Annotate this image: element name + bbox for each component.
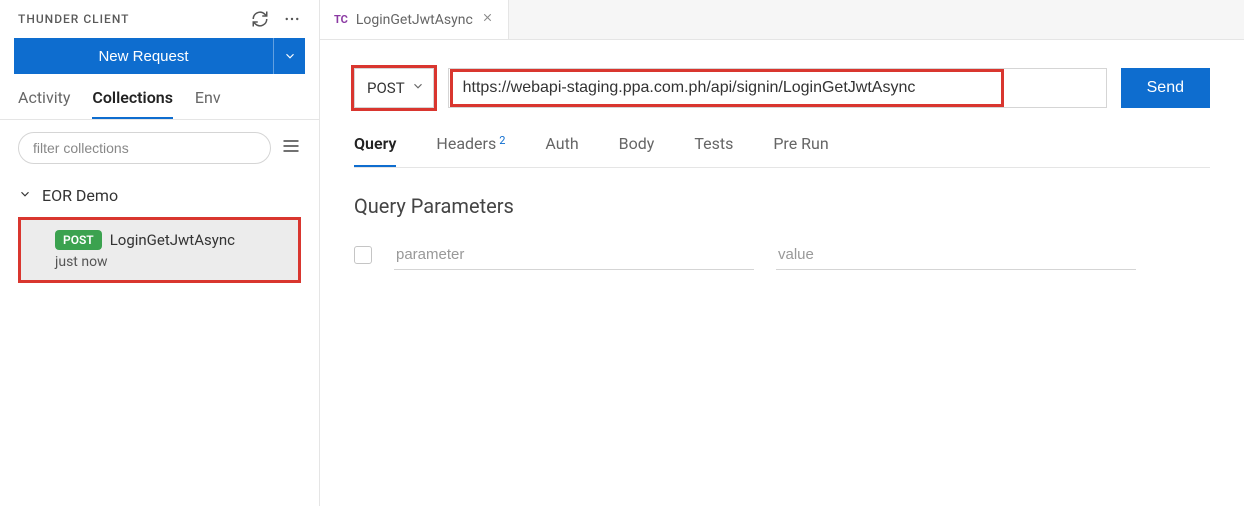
sidebar-header: THUNDER CLIENT — [0, 0, 319, 38]
method-label: POST — [367, 79, 405, 97]
main: TC LoginGetJwtAsync POST Send Query — [320, 0, 1244, 506]
request-panel: POST Send Query Headers 2 Auth Body — [320, 40, 1244, 270]
param-name-input[interactable] — [394, 240, 754, 270]
collection-item[interactable]: EOR Demo — [0, 176, 319, 215]
filter-row — [0, 120, 319, 176]
close-icon[interactable] — [481, 11, 494, 28]
tab-collections[interactable]: Collections — [92, 88, 173, 119]
req-tab-body[interactable]: Body — [619, 134, 655, 167]
tab-bar: TC LoginGetJwtAsync — [320, 0, 1244, 40]
hamburger-icon[interactable] — [281, 136, 301, 160]
url-row: POST Send — [354, 68, 1210, 108]
request-name: LoginGetJwtAsync — [110, 231, 235, 249]
refresh-icon[interactable] — [251, 10, 269, 28]
sidebar-tabs: Activity Collections Env — [0, 74, 319, 120]
req-tab-query[interactable]: Query — [354, 134, 396, 167]
url-input[interactable] — [453, 72, 1001, 104]
filter-collections-input[interactable] — [18, 132, 271, 164]
request-item[interactable]: POST LoginGetJwtAsync just now — [18, 217, 301, 283]
request-tabs: Query Headers 2 Auth Body Tests Pre Run — [354, 134, 1210, 168]
new-request-row: New Request — [0, 38, 319, 74]
request-line: POST LoginGetJwtAsync — [55, 230, 280, 250]
send-button[interactable]: Send — [1121, 68, 1210, 108]
url-wrap — [448, 68, 1107, 108]
new-request-dropdown[interactable] — [273, 38, 305, 74]
new-request-button[interactable]: New Request — [14, 38, 273, 74]
req-tab-tests[interactable]: Tests — [694, 134, 733, 167]
sidebar-header-icons — [251, 10, 301, 28]
editor-tab[interactable]: TC LoginGetJwtAsync — [320, 0, 509, 39]
req-tab-auth[interactable]: Auth — [545, 134, 578, 167]
method-select[interactable]: POST — [354, 68, 434, 108]
collection-name: EOR Demo — [42, 186, 118, 205]
section-title: Query Parameters — [354, 194, 1210, 218]
chevron-down-icon — [411, 79, 425, 97]
headers-count: 2 — [499, 134, 505, 147]
tc-badge: TC — [334, 13, 348, 26]
req-tab-headers[interactable]: Headers 2 — [436, 134, 505, 167]
param-row — [354, 240, 1210, 270]
sidebar: THUNDER CLIENT New Request Activity Coll… — [0, 0, 320, 506]
param-checkbox[interactable] — [354, 246, 372, 264]
param-value-input[interactable] — [776, 240, 1136, 270]
tab-label: LoginGetJwtAsync — [356, 12, 473, 28]
more-icon[interactable] — [283, 10, 301, 28]
req-tab-prerun[interactable]: Pre Run — [773, 134, 828, 167]
chevron-down-icon — [18, 187, 32, 205]
request-time: just now — [55, 254, 280, 270]
sidebar-title: THUNDER CLIENT — [18, 12, 130, 26]
method-badge: POST — [55, 230, 102, 250]
tab-activity[interactable]: Activity — [18, 88, 70, 119]
tab-env[interactable]: Env — [195, 88, 221, 119]
